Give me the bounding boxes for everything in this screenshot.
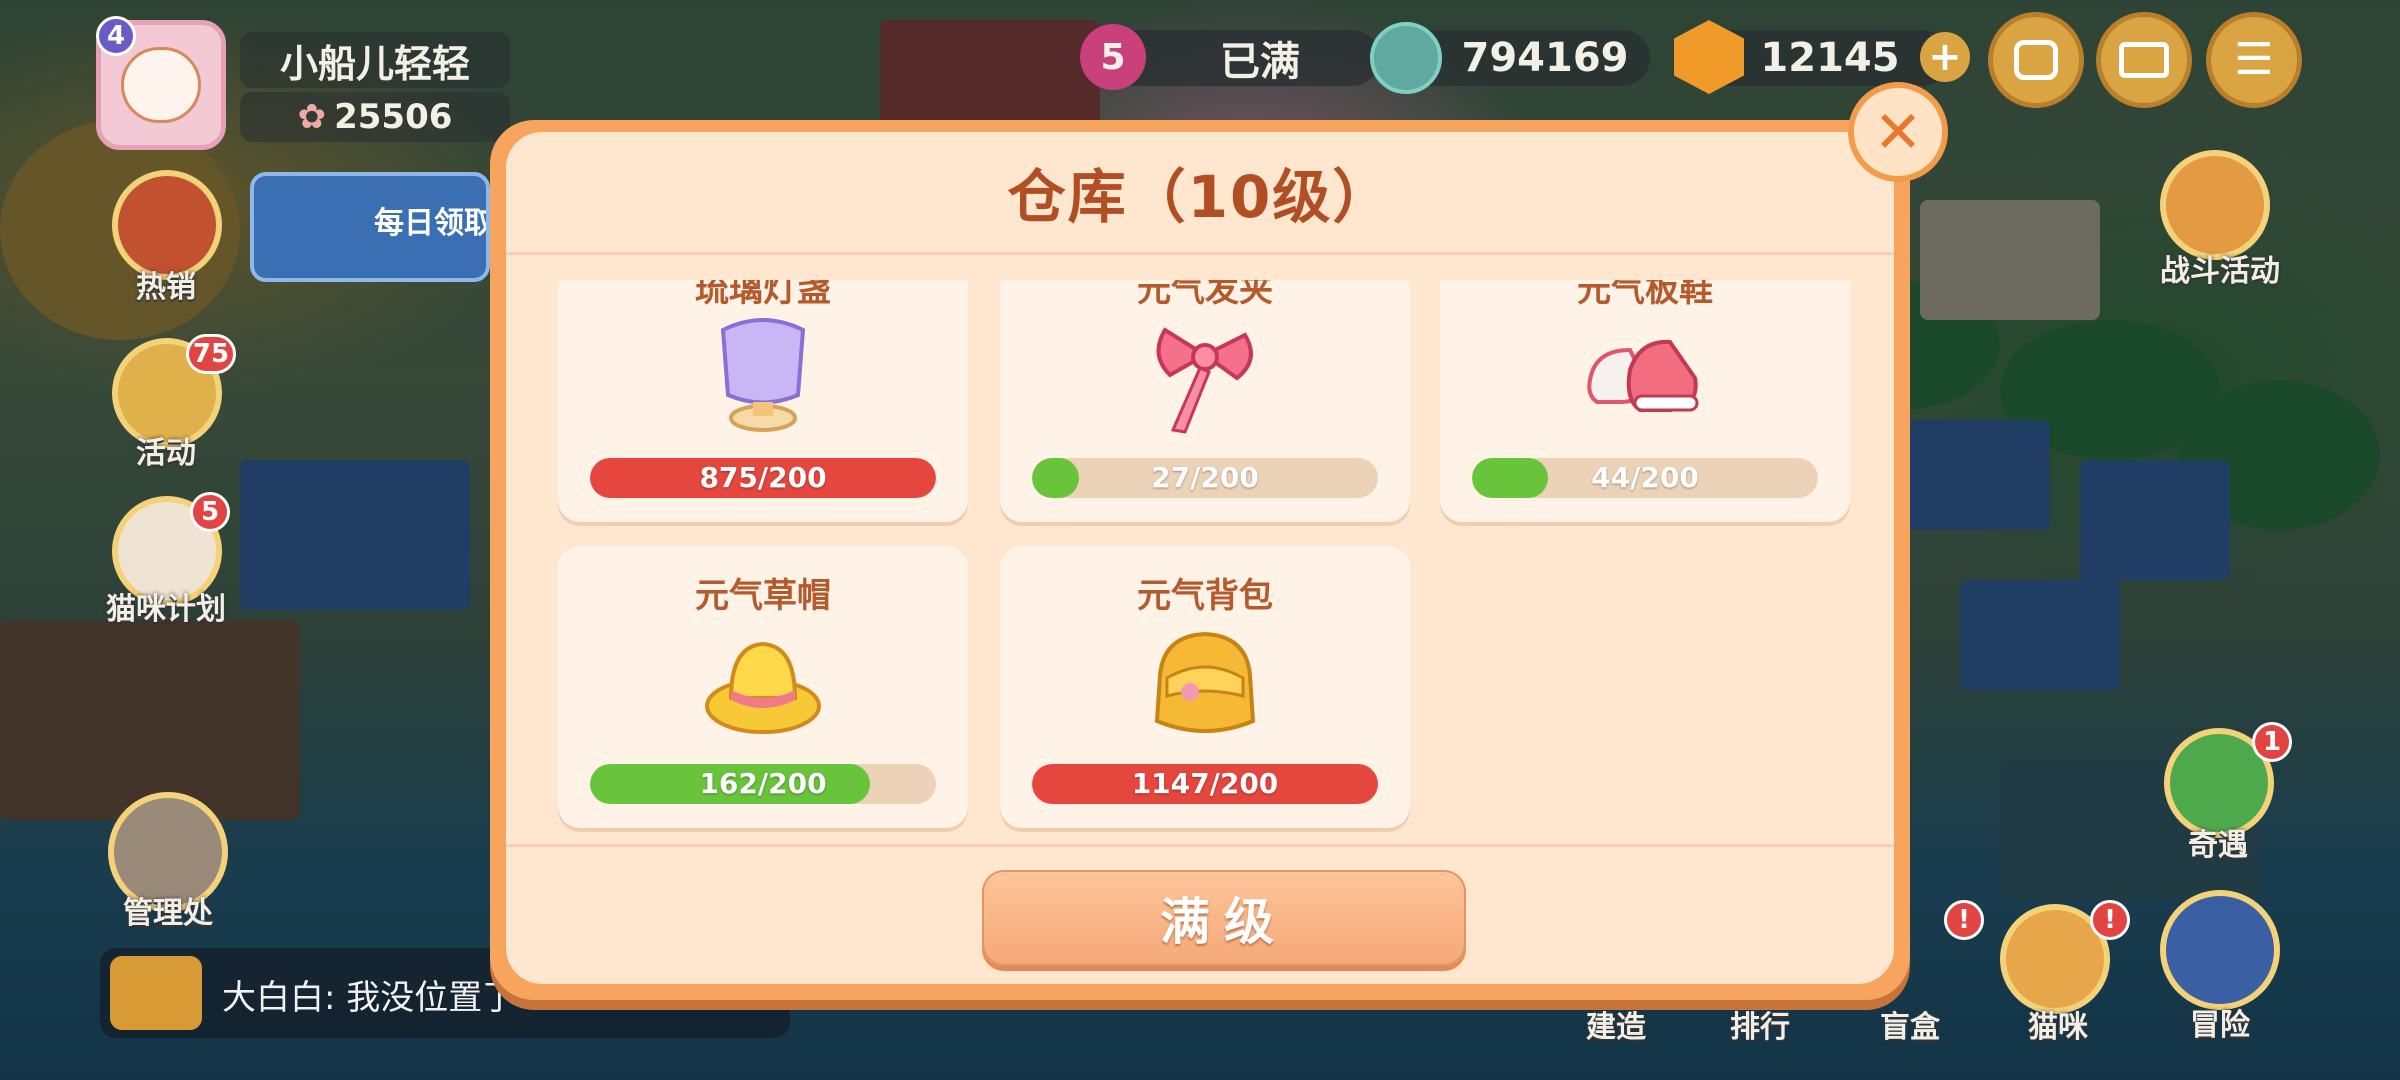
bag-icon bbox=[2014, 40, 2058, 80]
manager-office-label: 管理处 bbox=[123, 896, 213, 931]
cat-label: 猫咪 bbox=[2028, 1010, 2088, 1045]
item-progress-bar: 875/200 bbox=[590, 458, 936, 498]
item-progress-bar: 1147/200 bbox=[1032, 764, 1378, 804]
gem-count: 12145 bbox=[1760, 35, 1900, 81]
close-icon: ✕ bbox=[1873, 98, 1923, 166]
item-card-backpack[interactable]: 元气背包 1147/200 bbox=[1000, 546, 1410, 828]
daily-reward-banner[interactable]: 每日领取 3次机会 bbox=[250, 172, 490, 282]
item-progress-text: 44/200 bbox=[1591, 461, 1699, 494]
item-progress-text: 875/200 bbox=[699, 461, 827, 494]
warehouse-dialog: 仓库（10级） 琉璃灯盏 875/200 元气发夹 27/200 元气板鞋 44… bbox=[490, 120, 1910, 1000]
stamina-bar[interactable]: 5 已满 bbox=[1080, 24, 1380, 90]
item-progress-bar: 44/200 bbox=[1472, 458, 1818, 498]
adventure-main-label: 冒险 bbox=[2190, 1008, 2250, 1043]
gem-bar[interactable]: 12145 + bbox=[1674, 20, 1970, 94]
cat-badge: ! bbox=[2090, 900, 2130, 940]
item-name: 琉璃灯盏 bbox=[695, 280, 831, 310]
chat-friends-icon[interactable] bbox=[110, 956, 202, 1030]
menu-button[interactable]: ☰ bbox=[2206, 12, 2302, 108]
player-level-badge: 4 bbox=[96, 16, 136, 56]
backpack-icon bbox=[1154, 631, 1256, 733]
item-progress-text: 1147/200 bbox=[1131, 767, 1279, 800]
mail-button[interactable] bbox=[2096, 12, 2192, 108]
dialog-header: 仓库（10级） bbox=[506, 132, 1894, 255]
item-name: 元气背包 bbox=[1137, 576, 1273, 616]
cat-plan-badge: 5 bbox=[190, 492, 230, 532]
coin-icon bbox=[1370, 22, 1442, 94]
avatar-cat-icon bbox=[121, 47, 201, 123]
item-progress-text: 27/200 bbox=[1151, 461, 1259, 494]
adventure-badge: 1 bbox=[2252, 722, 2292, 762]
backpack-button[interactable] bbox=[1988, 12, 2084, 108]
item-card-glass-lamp[interactable]: 琉璃灯盏 875/200 bbox=[558, 280, 968, 522]
glass-lamp-icon bbox=[720, 318, 806, 432]
item-name: 元气板鞋 bbox=[1577, 280, 1713, 310]
item-grid[interactable]: 琉璃灯盏 875/200 元气发夹 27/200 元气板鞋 44/200 元气草… bbox=[506, 280, 1894, 840]
flower-icon: ✿ bbox=[297, 97, 327, 137]
bow-hairclip-icon bbox=[1156, 327, 1253, 434]
item-card-sneakers[interactable]: 元气板鞋 44/200 bbox=[1440, 280, 1850, 522]
coin-count: 794169 bbox=[1461, 35, 1629, 81]
event-label: 活动 bbox=[136, 436, 196, 471]
item-card-straw-hat[interactable]: 元气草帽 162/200 bbox=[558, 546, 968, 828]
max-level-button[interactable]: 满级 bbox=[982, 870, 1466, 966]
item-card-hairclip[interactable]: 元气发夹 27/200 bbox=[1000, 280, 1410, 522]
coin-bar[interactable]: 794169 bbox=[1370, 22, 1650, 94]
envelope-icon bbox=[2119, 42, 2169, 78]
item-name: 元气发夹 bbox=[1137, 280, 1273, 310]
list-icon: ☰ bbox=[2234, 34, 2274, 85]
sneakers-icon bbox=[1587, 339, 1699, 412]
item-progress-text: 162/200 bbox=[699, 767, 827, 800]
adventure-button[interactable] bbox=[2160, 890, 2280, 1010]
flower-counter: ✿ 25506 bbox=[240, 92, 510, 142]
hot-sale-label: 热销 bbox=[136, 270, 196, 305]
add-gems-button[interactable]: + bbox=[1920, 32, 1970, 82]
battle-event-button[interactable] bbox=[2160, 150, 2270, 260]
dialog-footer-divider bbox=[506, 844, 1894, 847]
blind-box-label[interactable]: 盲盒 bbox=[1830, 1002, 1990, 1046]
ranking-label[interactable]: 排行 bbox=[1680, 1002, 1840, 1046]
cat-plan-label: 猫咪计划 bbox=[106, 592, 226, 627]
dialog-title: 仓库（10级） bbox=[1007, 163, 1393, 231]
item-progress-bar: 27/200 bbox=[1032, 458, 1378, 498]
warehouse-dialog-body: 仓库（10级） 琉璃灯盏 875/200 元气发夹 27/200 元气板鞋 44… bbox=[506, 132, 1894, 984]
stamina-level-badge: 5 bbox=[1080, 24, 1146, 90]
adventure-label: 奇遇 bbox=[2188, 828, 2248, 863]
battle-event-label: 战斗活动 bbox=[2160, 254, 2280, 289]
straw-hat-icon bbox=[705, 641, 821, 734]
item-name: 元气草帽 bbox=[695, 576, 831, 616]
close-dialog-button[interactable]: ✕ bbox=[1848, 82, 1948, 182]
player-name: 小船儿轻轻 bbox=[240, 32, 510, 88]
chat-message: 大白白: 我没位置了 bbox=[222, 978, 517, 1018]
item-progress-bar: 162/200 bbox=[590, 764, 936, 804]
flower-count: 25506 bbox=[334, 97, 453, 137]
event-badge: 75 bbox=[186, 334, 236, 374]
blind-box-badge: ! bbox=[1944, 900, 1984, 940]
stamina-status: 已满 bbox=[1220, 39, 1300, 85]
build-label[interactable]: 建造 bbox=[1536, 1002, 1696, 1046]
